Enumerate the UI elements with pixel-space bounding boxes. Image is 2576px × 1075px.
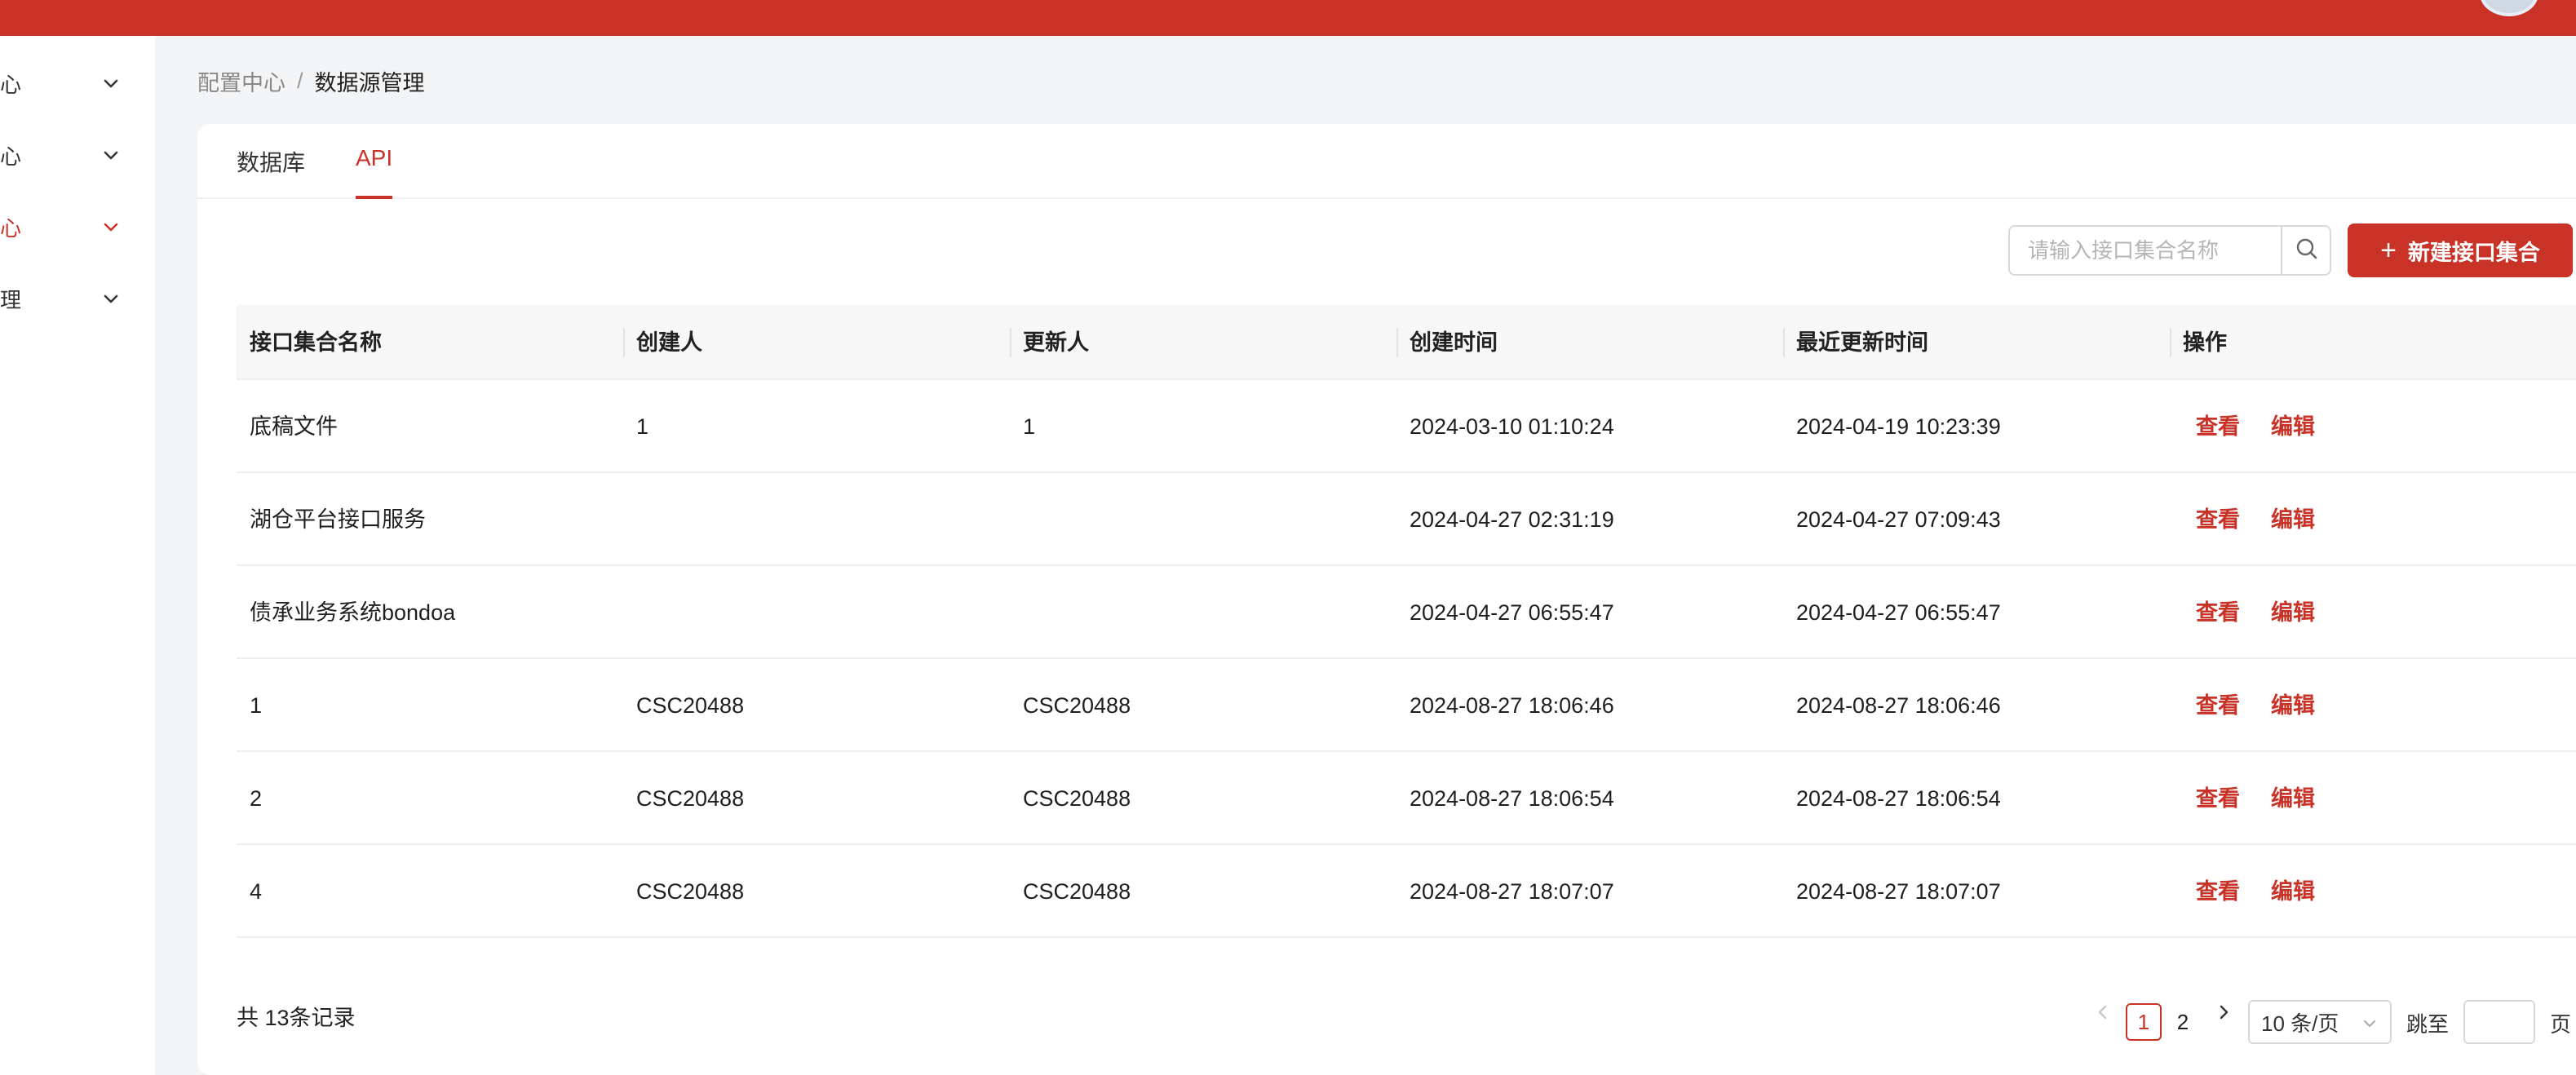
column-divider bbox=[1396, 328, 1398, 357]
plus-icon: + bbox=[2380, 235, 2397, 266]
breadcrumb-separator: / bbox=[297, 69, 303, 93]
view-link[interactable]: 查看 bbox=[2196, 845, 2240, 938]
column-divider bbox=[623, 328, 625, 357]
new-api-collection-button[interactable]: + 新建接口集合 bbox=[2348, 223, 2573, 277]
chevron-down-icon bbox=[101, 217, 121, 237]
edit-link[interactable]: 编辑 bbox=[2271, 845, 2315, 938]
breadcrumb: 配置中心 / 数据源管理 bbox=[197, 65, 425, 97]
cell-created-time: 2024-08-27 18:07:07 bbox=[1410, 879, 1614, 904]
page-size-select[interactable]: 10 条/页 bbox=[2248, 1000, 2392, 1044]
sidebar-item-label: 心 bbox=[0, 215, 22, 241]
sidebar-item-label: 理 bbox=[0, 287, 22, 312]
cell-creator: CSC20488 bbox=[636, 693, 745, 718]
sidebar: 心 心 心 理 bbox=[0, 36, 155, 1075]
cell-updater: 1 bbox=[1023, 414, 1036, 439]
sidebar-item-label: 心 bbox=[0, 144, 22, 169]
page-size-value: 10 条/页 bbox=[2261, 1011, 2339, 1036]
tab-database[interactable]: 数据库 bbox=[237, 145, 305, 199]
view-link[interactable]: 查看 bbox=[2196, 752, 2240, 845]
edit-link[interactable]: 编辑 bbox=[2271, 566, 2315, 659]
sidebar-item-2[interactable]: 心 bbox=[0, 131, 155, 179]
column-header-creator: 创建人 bbox=[636, 330, 702, 355]
cell-name: 2 bbox=[250, 786, 263, 811]
table-row: 1 CSC20488 CSC20488 2024-08-27 18:06:46 … bbox=[237, 659, 2576, 752]
sidebar-item-4[interactable]: 理 bbox=[0, 274, 155, 323]
cell-updater: CSC20488 bbox=[1023, 786, 1131, 811]
chevron-down-icon bbox=[101, 73, 121, 93]
cell-updated-time: 2024-08-27 18:07:07 bbox=[1796, 879, 2001, 904]
cell-created-time: 2024-03-10 01:10:24 bbox=[1410, 414, 1614, 439]
cell-name: 4 bbox=[250, 879, 263, 904]
view-link[interactable]: 查看 bbox=[2196, 380, 2240, 473]
cell-updated-time: 2024-04-27 06:55:47 bbox=[1796, 600, 2001, 625]
table-row: 2 CSC20488 CSC20488 2024-08-27 18:06:54 … bbox=[237, 752, 2576, 845]
page-2-button[interactable]: 2 bbox=[2165, 1003, 2201, 1041]
breadcrumb-current: 数据源管理 bbox=[314, 71, 425, 95]
user-avatar[interactable] bbox=[2480, 0, 2538, 16]
cell-created-time: 2024-08-27 18:06:54 bbox=[1410, 786, 1614, 811]
chevron-down-icon bbox=[101, 289, 121, 308]
table-row: 底稿文件 1 1 2024-03-10 01:10:24 2024-04-19 … bbox=[237, 380, 2576, 473]
sidebar-item-1[interactable]: 心 bbox=[0, 59, 155, 108]
search-box bbox=[2008, 225, 2331, 276]
chevron-down-icon bbox=[101, 145, 121, 165]
column-divider bbox=[1783, 328, 1785, 357]
jump-to-label: 跳至 bbox=[2406, 1012, 2450, 1037]
edit-link[interactable]: 编辑 bbox=[2271, 473, 2315, 566]
edit-link[interactable]: 编辑 bbox=[2271, 752, 2315, 845]
cell-name: 1 bbox=[250, 693, 263, 718]
top-header-bar bbox=[0, 0, 2576, 36]
tab-bar: 数据库 API bbox=[197, 124, 2576, 199]
new-button-label: 新建接口集合 bbox=[2407, 240, 2540, 265]
table-row: 4 CSC20488 CSC20488 2024-08-27 18:07:07 … bbox=[237, 845, 2576, 938]
page-suffix-label: 页 bbox=[2550, 1012, 2572, 1037]
cell-name: 底稿文件 bbox=[250, 414, 338, 439]
cell-creator: 1 bbox=[636, 414, 649, 439]
cell-name: 湖仓平台接口服务 bbox=[250, 507, 426, 532]
table-row: 湖仓平台接口服务 2024-04-27 02:31:19 2024-04-27 … bbox=[237, 473, 2576, 566]
cell-updater: CSC20488 bbox=[1023, 693, 1131, 718]
prev-page-button[interactable] bbox=[2091, 997, 2114, 1033]
search-input[interactable] bbox=[2010, 227, 2282, 274]
cell-created-time: 2024-08-27 18:06:46 bbox=[1410, 693, 1614, 718]
table-row: 债承业务系统bondoa 2024-04-27 06:55:47 2024-04… bbox=[237, 566, 2576, 659]
cell-created-time: 2024-04-27 02:31:19 bbox=[1410, 507, 1614, 532]
column-divider bbox=[1010, 328, 1011, 357]
view-link[interactable]: 查看 bbox=[2196, 566, 2240, 659]
next-page-button[interactable] bbox=[2212, 997, 2235, 1033]
cell-creator: CSC20488 bbox=[636, 786, 745, 811]
breadcrumb-parent[interactable]: 配置中心 bbox=[197, 65, 285, 97]
search-button[interactable] bbox=[2284, 227, 2330, 274]
total-records: 共 13条记录 bbox=[237, 1006, 356, 1030]
column-divider bbox=[2170, 328, 2171, 357]
cell-creator: CSC20488 bbox=[636, 879, 745, 904]
column-header-created-time: 创建时间 bbox=[1410, 330, 1498, 355]
column-header-actions: 操作 bbox=[2183, 330, 2227, 355]
tab-api[interactable]: API bbox=[356, 145, 393, 199]
table-header: 接口集合名称 创建人 更新人 创建时间 最近更新时间 操作 bbox=[237, 305, 2576, 380]
jump-to-page-input[interactable] bbox=[2463, 1000, 2535, 1044]
main-card: 数据库 API + 新建接口集合 接口集合名称 创建人 更新人 创建时间 最近更… bbox=[197, 124, 2576, 1075]
page-1-button[interactable]: 1 bbox=[2126, 1003, 2162, 1041]
column-header-updater: 更新人 bbox=[1023, 330, 1089, 355]
chevron-left-icon bbox=[2095, 1002, 2111, 1028]
cell-created-time: 2024-04-27 06:55:47 bbox=[1410, 600, 1614, 625]
view-link[interactable]: 查看 bbox=[2196, 473, 2240, 566]
view-link[interactable]: 查看 bbox=[2196, 659, 2240, 752]
cell-updated-time: 2024-08-27 18:06:46 bbox=[1796, 693, 2001, 718]
column-header-updated-time: 最近更新时间 bbox=[1796, 330, 1928, 355]
edit-link[interactable]: 编辑 bbox=[2271, 659, 2315, 752]
sidebar-item-3-active[interactable]: 心 bbox=[0, 202, 155, 251]
search-icon bbox=[2295, 237, 2319, 265]
chevron-right-icon bbox=[2215, 1002, 2232, 1028]
cell-updated-time: 2024-04-27 07:09:43 bbox=[1796, 507, 2001, 532]
edit-link[interactable]: 编辑 bbox=[2271, 380, 2315, 473]
cell-updated-time: 2024-04-19 10:23:39 bbox=[1796, 414, 2001, 439]
chevron-down-icon bbox=[2361, 1013, 2379, 1031]
cell-name: 债承业务系统bondoa bbox=[250, 600, 456, 625]
cell-updater: CSC20488 bbox=[1023, 879, 1131, 904]
cell-updated-time: 2024-08-27 18:06:54 bbox=[1796, 786, 2001, 811]
sidebar-item-label: 心 bbox=[0, 72, 22, 97]
column-header-name: 接口集合名称 bbox=[250, 330, 382, 355]
